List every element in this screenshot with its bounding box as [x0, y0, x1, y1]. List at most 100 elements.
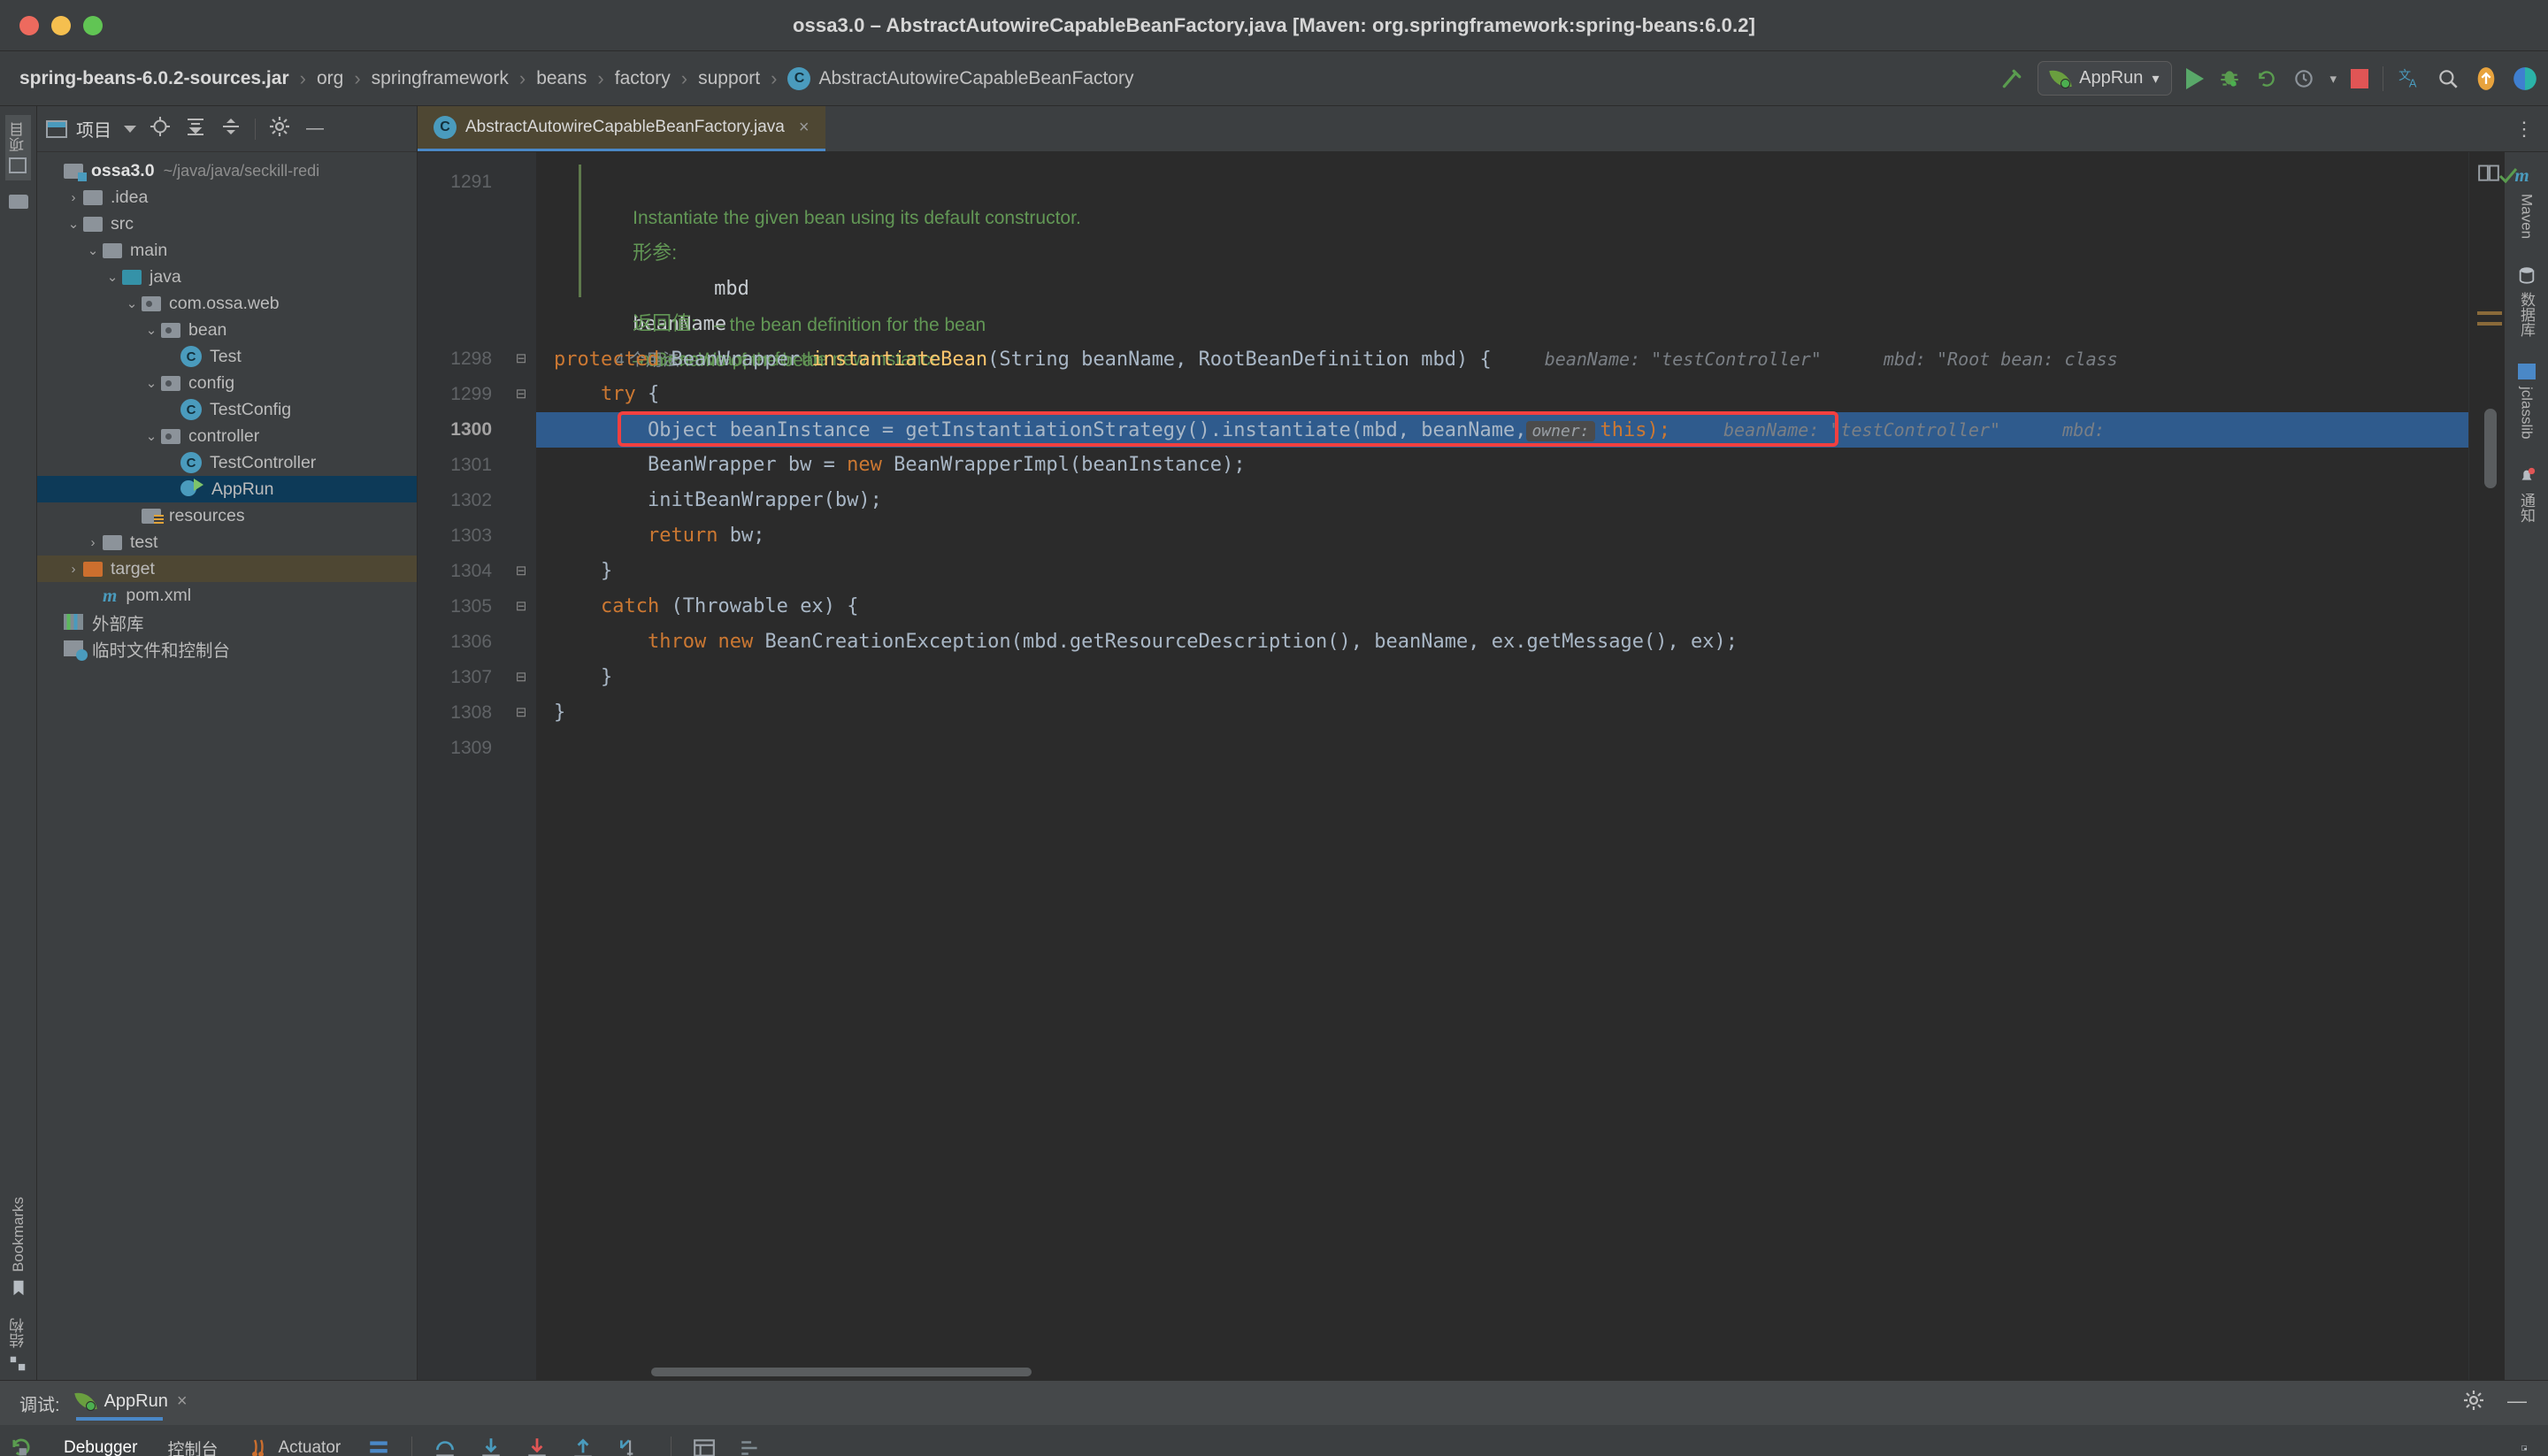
code-line[interactable]: initBeanWrapper(bw);	[536, 483, 2468, 518]
sidebar-tab-structure[interactable]: 结构	[5, 1306, 31, 1380]
tree-node-controller[interactable]: ⌄ controller	[37, 423, 417, 449]
run-icon[interactable]	[2186, 67, 2205, 89]
editor-vertical-scrollbar-thumb[interactable]	[2484, 409, 2497, 488]
sidebar-tab-notifications[interactable]: 通知	[2515, 466, 2537, 523]
fold-marker[interactable]: ⊟	[506, 660, 536, 695]
settings-list-icon[interactable]	[737, 1437, 764, 1456]
debug-icon[interactable]	[2218, 67, 2241, 90]
tab-actuator[interactable]: Actuator	[242, 1430, 346, 1456]
gear-icon[interactable]	[2463, 1390, 2484, 1416]
sidebar-tab-bookmarks[interactable]: Bookmarks	[7, 1190, 30, 1306]
breadcrumb-item-org[interactable]: org	[317, 68, 343, 89]
close-icon[interactable]: ×	[177, 1391, 188, 1412]
tree-node-bean[interactable]: ⌄ bean	[37, 317, 417, 343]
code-line[interactable]: }	[536, 660, 2468, 695]
fold-marker[interactable]: ⊟	[506, 341, 536, 377]
profiler-icon[interactable]	[2292, 67, 2315, 90]
step-over-icon[interactable]	[432, 1437, 458, 1456]
inspection-ok-icon[interactable]	[2497, 165, 2520, 190]
tree-node-ossa3-0[interactable]: ossa3.0 ~/java/java/seckill-redi	[37, 157, 417, 184]
evaluate-expression-icon[interactable]	[691, 1437, 718, 1456]
gutter-marker[interactable]	[2477, 311, 2502, 315]
sidebar-tab-database[interactable]: 数据库	[2515, 265, 2537, 337]
fold-marker[interactable]	[506, 625, 536, 660]
breadcrumb-item-jar[interactable]: spring-beans-6.0.2-sources.jar	[19, 68, 289, 89]
tree-node--idea[interactable]: › .idea	[37, 184, 417, 211]
breadcrumb-item-factory[interactable]: factory	[615, 68, 671, 89]
code-line[interactable]: try {	[536, 377, 2468, 412]
tree-node-resources[interactable]: resources	[37, 502, 417, 529]
build-hammer-icon[interactable]	[2000, 67, 2023, 90]
rerun-icon[interactable]	[8, 1434, 35, 1456]
expand-arrow-icon[interactable]: ⌄	[122, 295, 142, 311]
fold-marker[interactable]: ⊟	[506, 695, 536, 731]
expand-arrow-icon[interactable]: ›	[83, 535, 103, 550]
collapse-all-icon[interactable]	[219, 116, 242, 142]
breadcrumb-item-beans[interactable]: beans	[536, 68, 587, 89]
code-line[interactable]: }	[536, 554, 2468, 589]
expand-arrow-icon[interactable]: ›	[64, 562, 83, 577]
code-line[interactable]: return bw;	[536, 518, 2468, 554]
tab-debugger[interactable]: Debugger	[58, 1431, 142, 1456]
tree-node-apprun[interactable]: AppRun	[37, 476, 417, 502]
expand-arrow-icon[interactable]: ⌄	[64, 216, 83, 232]
run-configuration-selector[interactable]: AppRun ▾	[2038, 61, 2173, 96]
editor-code-area[interactable]: Instantiate the given bean using its def…	[536, 152, 2468, 1380]
project-tree[interactable]: ossa3.0 ~/java/java/seckill-redi › .idea ⌄ sr…	[37, 152, 417, 1380]
expand-arrow-icon[interactable]: ⌄	[103, 269, 122, 285]
translate-icon[interactable]: 文A	[2398, 66, 2422, 91]
tree-node-java[interactable]: ⌄ java	[37, 264, 417, 290]
expand-arrow-icon[interactable]: ⌄	[142, 322, 161, 338]
expand-arrow-icon[interactable]: ⌄	[142, 428, 161, 444]
tree-node-config[interactable]: ⌄ config	[37, 370, 417, 396]
editor-fold-column[interactable]: ⊟ ⊟ ⊟ ⊟ ⊟ ⊟	[506, 152, 536, 1380]
code-line[interactable]: Object beanInstance = getInstantiationSt…	[536, 412, 2468, 448]
tree-node-target[interactable]: › target	[37, 556, 417, 582]
tree-node-testcontroller[interactable]: C TestController	[37, 449, 417, 476]
tree-node-com-ossa-web[interactable]: ⌄ com.ossa.web	[37, 290, 417, 317]
fold-marker[interactable]: ⊟	[506, 589, 536, 625]
tree-node-testconfig[interactable]: C TestConfig	[37, 396, 417, 423]
editor-tab-options-icon[interactable]: ⋮	[2500, 106, 2548, 151]
gear-icon[interactable]	[268, 116, 291, 142]
expand-arrow-icon[interactable]: ⌄	[83, 242, 103, 258]
step-out-icon[interactable]	[570, 1437, 596, 1456]
close-window-button[interactable]	[19, 15, 39, 35]
update-icon[interactable]	[2474, 66, 2498, 91]
tab-console[interactable]: 控制台	[162, 1429, 223, 1456]
close-icon[interactable]: ×	[799, 118, 810, 138]
minimize-icon[interactable]: —	[2507, 1390, 2527, 1416]
code-line[interactable]: protected BeanWrapper instantiateBean(St…	[536, 341, 2468, 377]
editor-tab-active[interactable]: C AbstractAutowireCapableBeanFactory.jav…	[418, 106, 825, 151]
code-lines[interactable]: protected BeanWrapper instantiateBean(St…	[536, 341, 2468, 766]
window-controls[interactable]	[19, 15, 103, 35]
tree-node-main[interactable]: ⌄ main	[37, 237, 417, 264]
hide-panel-icon[interactable]: —	[303, 119, 326, 139]
sidebar-tab-jclasslib[interactable]: jclasslib	[2517, 364, 2536, 440]
breadcrumb-item-springframework[interactable]: springframework	[372, 68, 509, 89]
tree-node-pom-xml[interactable]: m pom.xml	[37, 582, 417, 609]
tree-node--[interactable]: 外部库	[37, 609, 417, 635]
editor-right-gutter[interactable]	[2468, 152, 2518, 1380]
chevron-down-icon[interactable]: ▾	[2329, 71, 2337, 87]
tree-node-test[interactable]: › test	[37, 529, 417, 556]
coverage-icon[interactable]	[2255, 67, 2278, 90]
locate-icon[interactable]	[149, 116, 172, 142]
tree-node-src[interactable]: ⌄ src	[37, 211, 417, 237]
expand-arrow-icon[interactable]: ⌄	[142, 375, 161, 391]
force-step-into-icon[interactable]	[524, 1437, 550, 1456]
maximize-window-button[interactable]	[83, 15, 103, 35]
minimize-window-button[interactable]	[51, 15, 71, 35]
project-scope-caret-icon[interactable]	[124, 125, 136, 133]
fold-marker[interactable]: ⊟	[506, 377, 536, 412]
breadcrumb-item-support[interactable]: support	[698, 68, 760, 89]
tree-node--[interactable]: 临时文件和控制台	[37, 635, 417, 662]
fold-marker[interactable]	[506, 518, 536, 554]
code-line[interactable]: throw new BeanCreationException(mbd.getR…	[536, 625, 2468, 660]
sidebar-tab-commit[interactable]	[7, 180, 30, 216]
gutter-marker[interactable]	[2477, 322, 2502, 326]
search-icon[interactable]	[2437, 67, 2460, 90]
fold-marker[interactable]	[506, 448, 536, 483]
editor-gutter[interactable]: 1291 1298 1299 1300 1301 1302 1303 1304 1305 130…	[418, 152, 506, 1380]
expand-arrow-icon[interactable]: ›	[64, 190, 83, 205]
